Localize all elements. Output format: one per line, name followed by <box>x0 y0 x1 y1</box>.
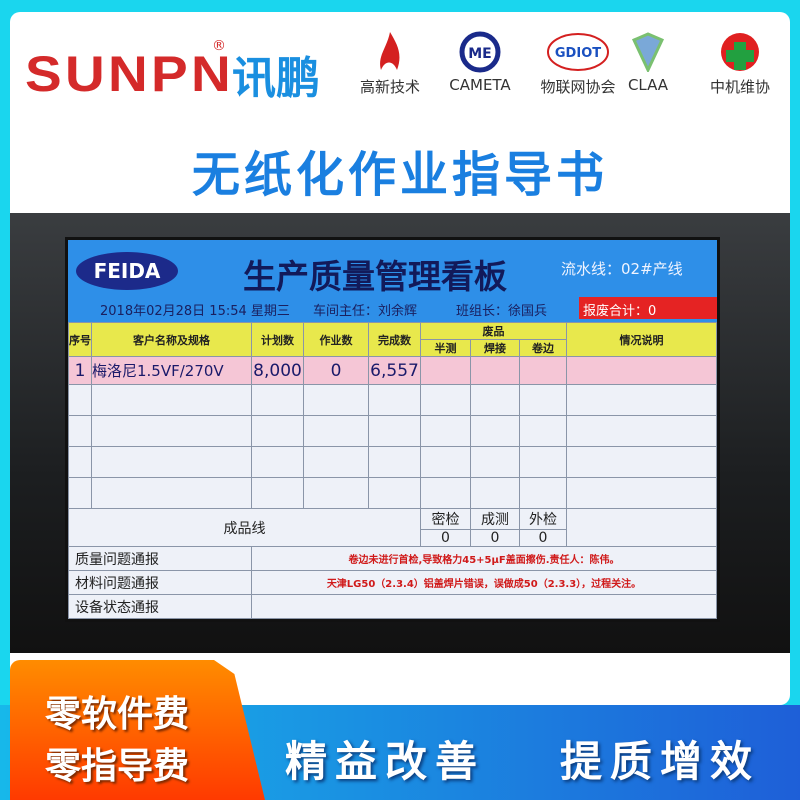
scrap-total: 报废合计：0 <box>579 297 717 319</box>
partner-label: 物联网协会 <box>540 78 616 96</box>
feida-logo: FEIDA <box>76 252 178 290</box>
promo-no-software-fee: 零软件费 <box>45 694 190 735</box>
col-leak-test: 密检 <box>420 508 471 530</box>
cell-plan: 8,000 <box>251 356 304 385</box>
promo-quality: 提质增效 <box>560 737 761 786</box>
photo-display: FEIDA 生产质量管理看板 流水线：02#产线 2018年02月28日 15:… <box>10 213 790 653</box>
table-row <box>68 477 717 509</box>
col-weld: 焊接 <box>470 339 520 357</box>
board-title: 生产质量管理看板 <box>243 257 507 296</box>
cell-done: 6,557 <box>368 356 421 385</box>
col-no: 序号 <box>68 322 92 357</box>
gear-cross-icon <box>695 28 785 76</box>
col-half-test: 半测 <box>420 339 471 357</box>
brand-logo: SUNPN <box>25 46 235 102</box>
col-final-test: 成测 <box>470 508 520 530</box>
svg-text:GDIOT: GDIOT <box>555 46 601 61</box>
kanban-screen: FEIDA 生产质量管理看板 流水线：02#产线 2018年02月28日 15:… <box>65 237 720 622</box>
notice-label: 材料问题通报 <box>68 570 252 595</box>
visual-check-value: 0 <box>519 529 567 547</box>
cell-customer: 梅洛尼1.5VF/270V <box>91 356 252 385</box>
production-table: 序号 客户名称及规格 计划数 作业数 完成数 废品 情况说明 半测 焊接 卷边 1 梅洛尼1.5V… <box>68 322 717 619</box>
partner-cmma: 中机维协 <box>695 28 785 97</box>
partner-cameta: ME CAMETA <box>435 28 525 94</box>
table-row: 1 梅洛尼1.5VF/270V 8,000 0 6,557 <box>68 356 717 385</box>
cameta-logo-icon: ME <box>435 28 525 76</box>
col-customer: 客户名称及规格 <box>91 322 252 357</box>
workshop-manager: 车间主任：刘余辉 <box>313 304 418 319</box>
table-row <box>68 446 717 478</box>
col-plan: 计划数 <box>251 322 304 357</box>
notice-row: 设备状态通报 <box>68 594 717 619</box>
partner-label: 高新技术 <box>359 78 420 96</box>
notice-text <box>251 594 717 619</box>
gdiot-logo-icon: GDIOT <box>533 28 623 76</box>
team-leader: 班组长：徐国兵 <box>456 304 548 319</box>
brand-name-cn: 讯鹏 <box>232 53 320 104</box>
notice-label: 质量问题通报 <box>68 546 252 571</box>
notice-text: 卷边未进行首检,导致格力45+5μF盖面擦伤.责任人：陈伟。 <box>251 546 717 571</box>
col-visual-check: 外检 <box>519 508 567 530</box>
board-header: FEIDA 生产质量管理看板 流水线：02#产线 2018年02月28日 15:… <box>68 240 717 322</box>
notice-text: 天津LG50（2.3.4）铝盖焊片错误，误做成50（2.3.3），过程关注。 <box>251 570 717 595</box>
svg-text:ME: ME <box>468 46 492 62</box>
final-test-value: 0 <box>470 529 520 547</box>
partner-claa: CLAA <box>618 28 678 94</box>
col-waste: 废品 <box>420 322 567 340</box>
partner-label: CLAA <box>627 76 669 94</box>
promo-lean: 精益改善 <box>285 737 486 786</box>
cell-work: 0 <box>303 356 369 385</box>
partner-hightech: 高新技术 <box>345 28 435 97</box>
production-line: 流水线：02#产线 <box>561 260 683 278</box>
notice-row: 质量问题通报 卷边未进行首检,导致格力45+5μF盖面擦伤.责任人：陈伟。 <box>68 546 717 571</box>
table-row <box>68 384 717 416</box>
col-done: 完成数 <box>368 322 421 357</box>
leak-test-value: 0 <box>420 529 471 547</box>
partner-label: 中机维协 <box>709 78 770 96</box>
col-work: 作业数 <box>303 322 369 357</box>
partner-iot: GDIOT 物联网协会 <box>533 28 623 97</box>
table-row <box>68 415 717 447</box>
notice-row: 材料问题通报 天津LG50（2.3.4）铝盖焊片错误，误做成50（2.3.3），过… <box>68 570 717 595</box>
partner-label: CAMETA <box>449 76 511 94</box>
cell-no: 1 <box>68 356 92 385</box>
flame-logo-icon <box>345 28 435 76</box>
registered-mark: ® <box>212 38 226 54</box>
finished-line-label: 成品线 <box>68 508 421 547</box>
notice-label: 设备状态通报 <box>68 594 252 619</box>
col-curl: 卷边 <box>519 339 567 357</box>
main-title: 无纸化作业指导书 <box>191 147 608 203</box>
col-remark: 情况说明 <box>566 322 717 357</box>
datetime: 2018年02月28日 15:54 星期三 <box>100 304 290 319</box>
claa-diamond-icon <box>618 28 678 76</box>
promo-no-guidance-fee: 零指导费 <box>45 746 190 787</box>
table-header-row: 序号 客户名称及规格 计划数 作业数 完成数 废品 情况说明 <box>68 322 717 357</box>
